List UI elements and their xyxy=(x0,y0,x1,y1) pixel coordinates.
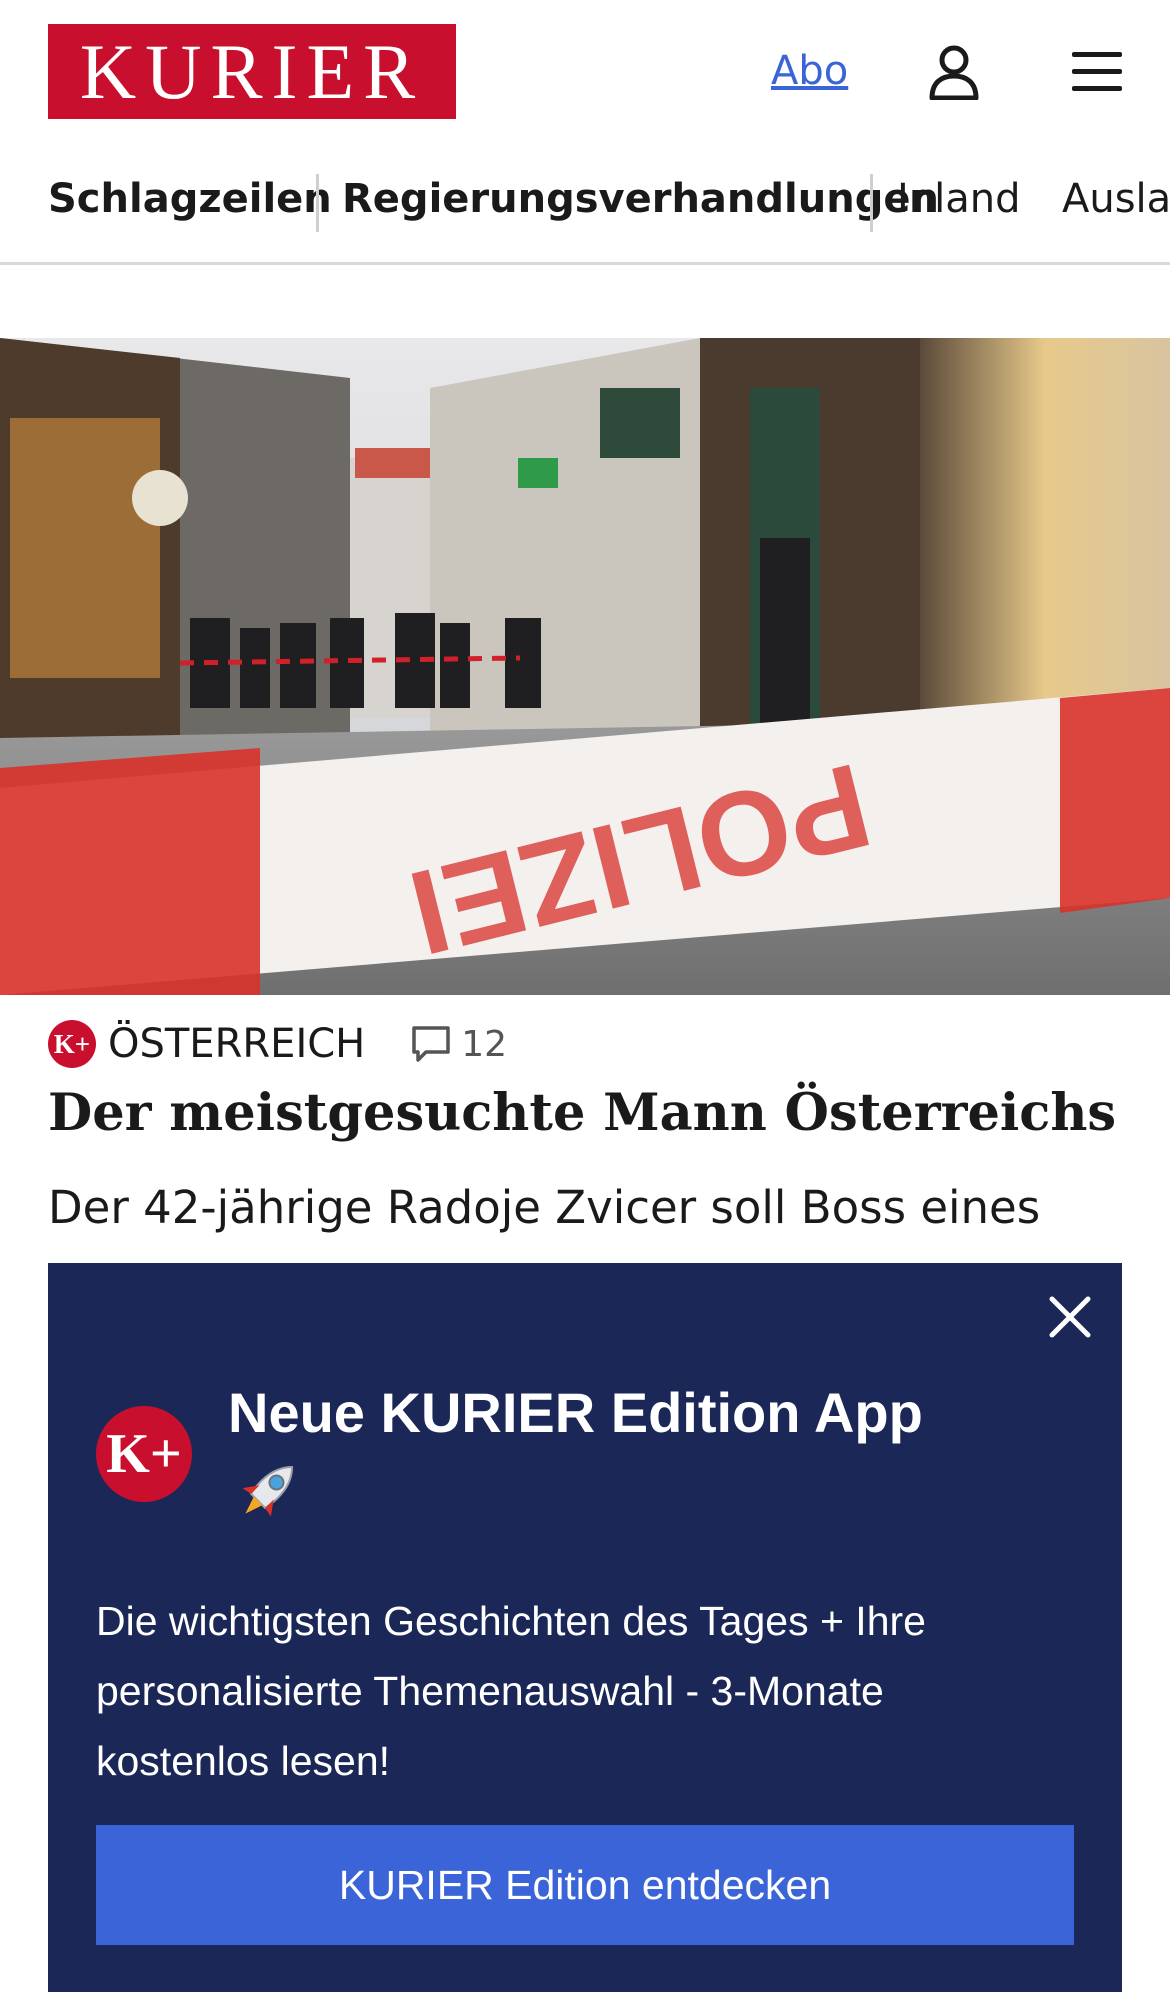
article-meta: K+ ÖSTERREICH 12 xyxy=(48,1018,507,1070)
article-hero-image[interactable]: POLIZEI xyxy=(0,338,1170,995)
nav-item-schlagzeilen[interactable]: Schlagzeilen xyxy=(48,176,332,222)
overlay-title: Neue KURIER Edition App xyxy=(228,1381,923,1444)
overlay-body-text: Die wichtigsten Geschichten des Tages + … xyxy=(96,1598,926,1784)
user-icon[interactable] xyxy=(928,44,980,100)
nav-item-ausland[interactable]: Ausland xyxy=(1062,176,1170,222)
hamburger-menu-icon[interactable] xyxy=(1072,50,1122,94)
article-section-label[interactable]: ÖSTERREICH xyxy=(108,1021,365,1067)
close-icon[interactable] xyxy=(1048,1295,1092,1339)
abo-link[interactable]: Abo xyxy=(771,48,848,94)
kplus-app-logo: K+ xyxy=(96,1406,192,1502)
section-nav: Schlagzeilen Regierungsverhandlungen Inl… xyxy=(0,150,1170,265)
comment-icon[interactable] xyxy=(411,1025,451,1063)
discover-edition-button[interactable]: KURIER Edition entdecken xyxy=(96,1825,1074,1945)
site-header: KURIER Abo xyxy=(0,0,1170,150)
nav-item-inland[interactable]: Inland xyxy=(897,176,1021,222)
nav-divider xyxy=(316,174,319,232)
kurier-logo[interactable]: KURIER xyxy=(48,24,456,119)
nav-item-regierungsverhandlungen[interactable]: Regierungsverhandlungen xyxy=(342,176,939,222)
kplus-badge: K+ xyxy=(48,1020,96,1068)
article-headline[interactable]: Der meistgesuchte Mann Österreichs xyxy=(48,1080,1128,1146)
rocket-icon xyxy=(242,1465,294,1517)
article-teaser[interactable]: Der 42-jährige Radoje Zvicer soll Boss e… xyxy=(48,1178,1128,1238)
nav-divider xyxy=(870,174,873,232)
comment-count[interactable]: 12 xyxy=(461,1024,507,1065)
street-police-tape-photo: POLIZEI xyxy=(0,338,1170,995)
app-promo-overlay: K+ Neue KURIER Edition App Die wichtigst… xyxy=(48,1263,1122,1992)
